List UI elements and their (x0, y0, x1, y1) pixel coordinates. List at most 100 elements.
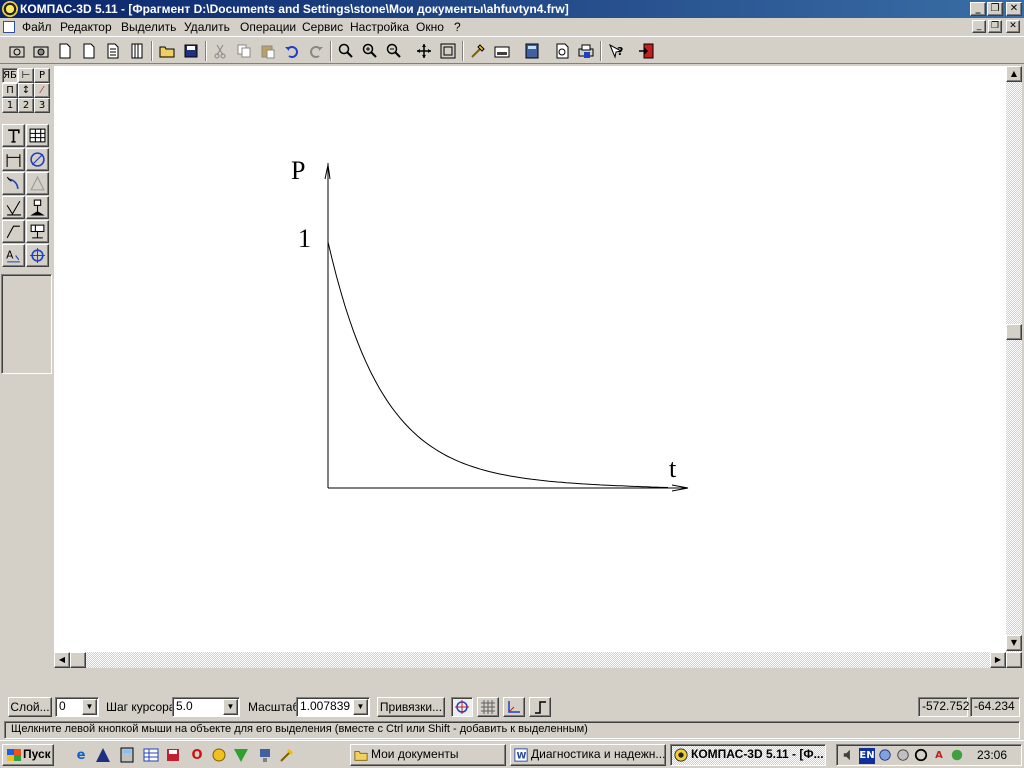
task-word-document[interactable]: W Диагностика и надежн... (510, 744, 666, 766)
properties-icon[interactable] (491, 40, 513, 62)
editor-quick-icon[interactable] (278, 746, 296, 764)
scale-select[interactable]: 1.007839 ▼ (296, 697, 370, 717)
menu-window[interactable]: Окно (416, 20, 444, 34)
internet-explorer-icon[interactable]: e (72, 746, 90, 764)
task-kompas[interactable]: КОМПАС-3D 5.11 - [Ф... (670, 744, 826, 766)
copy-icon[interactable] (233, 40, 255, 62)
menu-operations[interactable]: Операции (240, 20, 296, 34)
menu-settings[interactable]: Настройка (350, 20, 409, 34)
zoom-in-icon[interactable] (359, 40, 381, 62)
acrobat-tray-icon[interactable]: A (931, 748, 947, 764)
autocad-icon[interactable] (94, 746, 112, 764)
app-quick-icon[interactable] (210, 746, 228, 764)
lp-tab-8[interactable]: 3 (34, 98, 50, 113)
chevron-down-icon[interactable]: ▼ (353, 699, 368, 715)
drawing-canvas[interactable]: P t 1 (54, 66, 1006, 653)
roughness-icon[interactable] (2, 196, 25, 219)
leader-icon[interactable] (2, 220, 25, 243)
local-cs-icon[interactable] (503, 697, 525, 717)
print-icon[interactable] (575, 40, 597, 62)
redraw-icon[interactable] (467, 40, 489, 62)
lp-tab-3[interactable]: П (2, 83, 18, 98)
context-help-icon[interactable]: ? (605, 40, 627, 62)
new-sheet-icon[interactable] (54, 40, 76, 62)
doc-minimize-button[interactable]: _ (972, 20, 986, 33)
cursor-step-select[interactable]: 5.0 ▼ (172, 697, 240, 717)
chevron-down-icon[interactable]: ▼ (223, 699, 238, 715)
winamp-icon[interactable] (232, 746, 250, 764)
grid-icon[interactable] (477, 697, 499, 717)
menu-file[interactable]: Файл (22, 20, 52, 34)
calculator-quick-icon[interactable] (118, 746, 136, 764)
arc-dimension-icon[interactable] (2, 172, 25, 195)
print-preview-icon[interactable] (551, 40, 573, 62)
open-folder-icon[interactable] (156, 40, 178, 62)
cut-icon[interactable] (209, 40, 231, 62)
vertical-scrollbar[interactable]: ▲ ▼ (1006, 66, 1022, 653)
menu-select[interactable]: Выделить (121, 20, 176, 34)
lp-tab-4[interactable]: ↕ (18, 83, 34, 98)
task-my-documents[interactable]: Мои документы (350, 744, 506, 766)
show-all-icon[interactable] (437, 40, 459, 62)
lp-tab-0[interactable]: ЯБ (2, 68, 18, 83)
close-button[interactable]: ✕ (1006, 2, 1022, 16)
grid-snap-icon[interactable] (451, 697, 473, 717)
scroll-up-button[interactable]: ▲ (1006, 66, 1022, 82)
vertical-scroll-thumb[interactable] (1006, 324, 1022, 340)
lp-tab-7[interactable]: 2 (18, 98, 34, 113)
exit-icon[interactable] (635, 40, 657, 62)
snaps-button[interactable]: Привязки... (377, 697, 445, 717)
new-assembly-icon[interactable] (30, 40, 52, 62)
floppy-icon[interactable] (164, 746, 182, 764)
table-app-icon[interactable] (142, 746, 160, 764)
cd-tray-icon[interactable] (913, 748, 929, 764)
save-icon[interactable] (180, 40, 202, 62)
menu-help[interactable]: ? (454, 20, 461, 34)
antivirus-tray-icon[interactable] (949, 748, 965, 764)
new-specification-icon[interactable] (126, 40, 148, 62)
horizontal-scrollbar[interactable]: ◀ ▶ (54, 652, 1006, 668)
scroll-down-button[interactable]: ▼ (1006, 635, 1022, 651)
doc-restore-button[interactable]: ❐ (988, 20, 1002, 33)
layer-button[interactable]: Слой... (8, 697, 52, 717)
form-tolerance-icon[interactable] (26, 220, 49, 243)
text-tool-icon[interactable] (2, 124, 25, 147)
lp-tab-1[interactable]: ⊢ (18, 68, 34, 83)
new-fragment-icon[interactable] (78, 40, 100, 62)
document-menu-icon[interactable] (3, 21, 15, 33)
table-tool-icon[interactable] (26, 124, 49, 147)
network-tray-icon[interactable] (877, 748, 893, 764)
paste-icon[interactable] (257, 40, 279, 62)
calculator-icon[interactable] (521, 40, 543, 62)
lp-tab-5[interactable]: ⁄ (34, 83, 50, 98)
horizontal-scroll-thumb[interactable] (70, 652, 86, 668)
menu-editor[interactable]: Редактор (60, 20, 112, 34)
linear-dimension-icon[interactable] (2, 148, 25, 171)
layer-select[interactable]: 0 ▼ (55, 697, 99, 717)
start-button[interactable]: Пуск (2, 744, 54, 766)
disk-tray-icon[interactable] (895, 748, 911, 764)
volume-icon[interactable] (841, 748, 857, 764)
pan-icon[interactable] (413, 40, 435, 62)
position-label-icon[interactable]: A (2, 244, 25, 267)
doc-close-button[interactable]: ✕ (1006, 20, 1020, 33)
undo-icon[interactable] (281, 40, 303, 62)
minimize-button[interactable]: _ (970, 2, 986, 16)
language-indicator[interactable]: EN (859, 748, 875, 764)
restore-button[interactable]: ❐ (987, 2, 1003, 16)
scroll-left-button[interactable]: ◀ (54, 652, 70, 668)
kompas-app-icon[interactable] (2, 1, 18, 17)
scroll-right-button[interactable]: ▶ (990, 652, 1006, 668)
datum-icon[interactable] (26, 196, 49, 219)
chevron-down-icon[interactable]: ▼ (82, 699, 97, 715)
opera-icon[interactable]: O (188, 746, 206, 764)
lp-tab-6[interactable]: 1 (2, 98, 18, 113)
new-model-icon[interactable] (6, 40, 28, 62)
lp-tab-2[interactable]: P (34, 68, 50, 83)
diameter-dimension-icon[interactable] (26, 148, 49, 171)
network-icon[interactable] (256, 746, 274, 764)
center-mark-icon[interactable] (26, 244, 49, 267)
redo-icon[interactable] (305, 40, 327, 62)
ortho-mode-icon[interactable] (529, 697, 551, 717)
new-text-document-icon[interactable] (102, 40, 124, 62)
